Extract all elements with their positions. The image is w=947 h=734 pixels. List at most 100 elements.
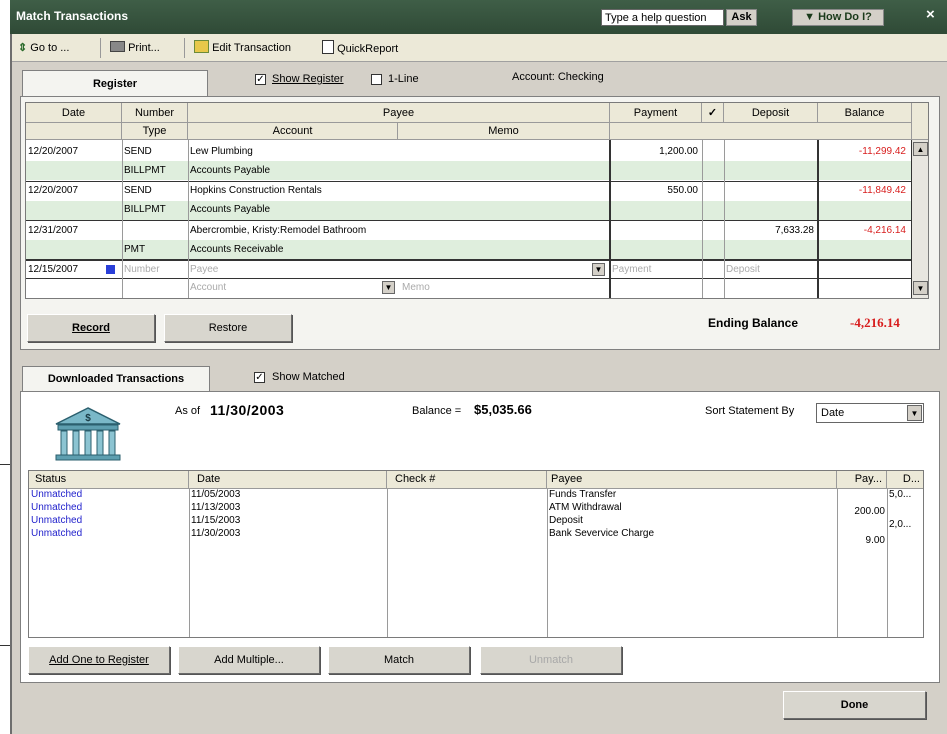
- print-button[interactable]: Print...: [110, 40, 160, 57]
- add-one-to-register-button[interactable]: Add One to Register: [28, 646, 170, 674]
- dl-row-1-payee[interactable]: Funds Transfer: [547, 489, 835, 501]
- col-header-balance: Balance: [818, 103, 912, 123]
- edit-transaction-button[interactable]: Edit Transaction: [194, 40, 291, 57]
- dl-row-3-date[interactable]: 11/15/2003: [189, 515, 385, 527]
- col-header-date-blank: [26, 123, 122, 140]
- sort-dropdown-icon[interactable]: ▼: [907, 405, 922, 421]
- how-do-i-button[interactable]: ▼ How Do I?: [792, 9, 884, 26]
- entry-memo-field[interactable]: Memo: [400, 280, 600, 296]
- col-header-deposit: Deposit: [724, 103, 818, 123]
- reg-row-2-date[interactable]: 12/20/2007: [26, 183, 120, 199]
- dl-row-3-status[interactable]: Unmatched: [29, 515, 187, 527]
- col-header-cleared: ✓: [702, 103, 724, 123]
- one-line-checkbox[interactable]: [371, 74, 382, 85]
- col-divider: [817, 140, 819, 298]
- dl-row-4-date[interactable]: 11/30/2003: [189, 528, 385, 540]
- register-grid: Date Number Payee Payment ✓ Deposit Bala…: [25, 102, 929, 299]
- col-header-scroll-corner: [912, 103, 928, 140]
- ask-button[interactable]: Ask: [726, 9, 757, 26]
- quickreport-label: QuickReport: [337, 43, 399, 55]
- restore-label: Restore: [208, 322, 248, 334]
- dl-row-1-deposit[interactable]: 5,0...: [887, 489, 923, 501]
- reg-row-1-number[interactable]: SEND: [122, 144, 186, 160]
- as-of-label: As of: [175, 405, 201, 417]
- toolbar-separator: [100, 38, 101, 58]
- close-icon[interactable]: ×: [926, 6, 935, 23]
- left-marker-line-bottom: [0, 645, 10, 646]
- downloaded-grid: Status Date Check # Payee Pay... D... Un…: [28, 470, 924, 638]
- scroll-down-icon[interactable]: ▼: [913, 281, 928, 295]
- reg-row-1-payee[interactable]: Lew Plumbing: [188, 144, 608, 160]
- payee-dropdown-icon[interactable]: ▼: [592, 263, 605, 276]
- col-header-date: Date: [26, 103, 122, 123]
- reg-row-2-payment[interactable]: 550.00: [610, 183, 698, 199]
- reg-row-2-number[interactable]: SEND: [122, 183, 186, 199]
- unmatch-button[interactable]: Unmatch: [480, 646, 622, 674]
- entry-account-field[interactable]: Account: [188, 280, 378, 296]
- col-header-type: Type: [122, 123, 188, 140]
- goto-arrows-icon: ⇕: [18, 42, 28, 54]
- reg-row-2-payee[interactable]: Hopkins Construction Rentals: [188, 183, 608, 199]
- col-header-memo: Memo: [398, 123, 610, 140]
- reg-row-1-date[interactable]: 12/20/2007: [26, 144, 120, 160]
- ending-balance-label: Ending Balance: [708, 316, 799, 330]
- sort-by-select[interactable]: Date ▼: [816, 403, 924, 423]
- goto-label: Go to ...: [30, 42, 70, 54]
- dl-row-4-status[interactable]: Unmatched: [29, 528, 187, 540]
- print-label: Print...: [128, 42, 160, 54]
- entry-payment-field[interactable]: Payment: [610, 262, 698, 278]
- entry-payee-field[interactable]: Payee: [188, 262, 588, 278]
- reg-row-1-payment[interactable]: 1,200.00: [610, 144, 698, 160]
- dl-row-4-payment[interactable]: 9.00: [837, 535, 885, 547]
- dl-row-1-status[interactable]: Unmatched: [29, 489, 187, 501]
- account-dropdown-icon[interactable]: ▼: [382, 281, 395, 294]
- entry-number-field[interactable]: Number: [122, 262, 186, 278]
- show-matched-checkbox[interactable]: ✓: [254, 372, 265, 383]
- goto-button[interactable]: ⇕ Go to ...: [18, 40, 69, 57]
- reg-row-1-type: BILLPMT: [124, 165, 166, 176]
- restore-button[interactable]: Restore: [164, 314, 292, 342]
- tab-register[interactable]: Register: [22, 70, 208, 98]
- dl-row-4-payee[interactable]: Bank Severvice Charge: [547, 528, 835, 540]
- col-header-payment: Payment: [610, 103, 702, 123]
- ending-balance-value: -4,216.14: [850, 315, 900, 330]
- dl-header-date: Date: [189, 471, 387, 489]
- calendar-icon[interactable]: [106, 265, 115, 274]
- reg-row-3-date[interactable]: 12/31/2007: [26, 223, 120, 239]
- register-scrollbar[interactable]: [912, 140, 928, 298]
- reg-row-3-account[interactable]: Accounts Receivable: [188, 242, 398, 258]
- row-divider: [26, 259, 912, 261]
- entry-deposit-field[interactable]: Deposit: [724, 262, 812, 278]
- printer-icon: [110, 41, 125, 52]
- reg-row-3-payee[interactable]: Abercrombie, Kristy:Remodel Bathroom: [188, 223, 608, 239]
- quickreport-button[interactable]: QuickReport: [322, 40, 398, 57]
- help-search-input[interactable]: Type a help question: [601, 9, 724, 26]
- add-multiple-button[interactable]: Add Multiple...: [178, 646, 320, 674]
- reg-row-2-balance: -11,849.42: [858, 185, 906, 196]
- edit-pencil-icon: [194, 40, 209, 53]
- dl-header-deposit: D...: [887, 471, 923, 489]
- sort-by-value: Date: [821, 407, 845, 419]
- reg-row-1-account[interactable]: Accounts Payable: [188, 163, 398, 179]
- record-button[interactable]: Record: [27, 314, 155, 342]
- done-button[interactable]: Done: [783, 691, 926, 719]
- show-register-checkbox[interactable]: ✓: [255, 74, 266, 85]
- reg-row-3-balance: -4,216.14: [863, 225, 906, 236]
- report-icon: [322, 40, 334, 54]
- scroll-up-icon[interactable]: ▲: [913, 142, 928, 156]
- dl-row-3-payee[interactable]: Deposit: [547, 515, 835, 527]
- dl-row-2-payee[interactable]: ATM Withdrawal: [547, 502, 835, 514]
- dl-row-3-deposit[interactable]: 2,0...: [887, 519, 923, 531]
- reg-row-2-account[interactable]: Accounts Payable: [188, 202, 398, 218]
- dl-row-2-payment[interactable]: 200.00: [837, 506, 885, 518]
- entry-date-field[interactable]: 12/15/2007: [26, 262, 106, 278]
- dl-row-2-status[interactable]: Unmatched: [29, 502, 187, 514]
- add-one-label: Add One to Register: [49, 654, 149, 666]
- col-divider: [702, 140, 703, 298]
- reg-row-1-balance: -11,299.42: [858, 146, 906, 157]
- reg-row-3-deposit[interactable]: 7,633.28: [724, 223, 814, 239]
- dl-row-1-date[interactable]: 11/05/2003: [189, 489, 385, 501]
- match-button[interactable]: Match: [328, 646, 470, 674]
- tab-downloaded-transactions[interactable]: Downloaded Transactions: [22, 366, 210, 392]
- dl-row-2-date[interactable]: 11/13/2003: [189, 502, 385, 514]
